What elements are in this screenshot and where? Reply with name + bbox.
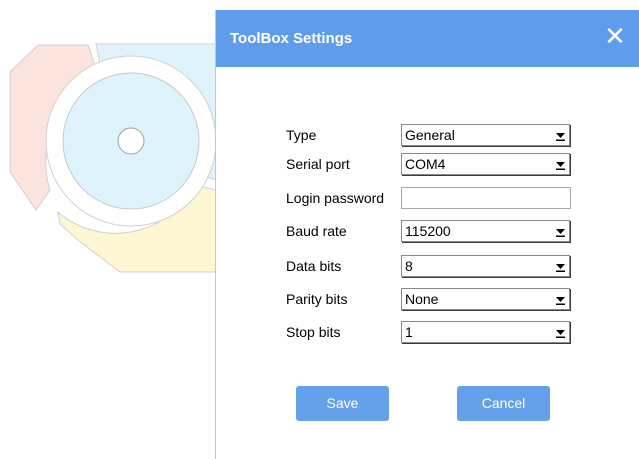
close-icon[interactable]: ✕ bbox=[604, 22, 626, 52]
dialog-title: ToolBox Settings bbox=[230, 30, 353, 47]
chevron-down-icon[interactable] bbox=[556, 261, 565, 272]
parity-bits-select[interactable]: None bbox=[401, 288, 570, 310]
type-label: Type bbox=[286, 127, 317, 143]
save-button[interactable]: Save bbox=[296, 386, 389, 421]
serial-port-label: Serial port bbox=[286, 156, 350, 172]
chevron-down-icon[interactable] bbox=[556, 226, 565, 237]
form-row-stop-bits: Stop bits 1 bbox=[286, 321, 586, 345]
chevron-down-icon[interactable] bbox=[556, 327, 565, 338]
stop-bits-label: Stop bits bbox=[286, 324, 341, 340]
type-select[interactable]: General bbox=[401, 124, 570, 146]
serial-port-select-value: COM4 bbox=[405, 156, 446, 172]
type-select-value: General bbox=[405, 127, 455, 143]
baud-rate-select-value: 115200 bbox=[405, 223, 451, 239]
data-bits-select-value: 8 bbox=[405, 258, 413, 274]
form-row-data-bits: Data bits 8 bbox=[286, 255, 586, 279]
stop-bits-select[interactable]: 1 bbox=[401, 321, 570, 343]
chevron-down-icon[interactable] bbox=[556, 159, 565, 170]
login-password-input[interactable] bbox=[401, 187, 571, 209]
baud-rate-label: Baud rate bbox=[286, 223, 347, 239]
parity-bits-select-value: None bbox=[405, 291, 439, 307]
chevron-down-icon[interactable] bbox=[556, 294, 565, 305]
close-button[interactable]: ✕ bbox=[604, 23, 626, 51]
parity-bits-label: Parity bits bbox=[286, 291, 348, 307]
dialog-titlebar: ToolBox Settings ✕ bbox=[216, 10, 639, 67]
baud-rate-select[interactable]: 115200 bbox=[401, 220, 570, 242]
toolbox-settings-dialog: ToolBox Settings ✕ Type General Serial p… bbox=[215, 10, 639, 459]
form-row-parity-bits: Parity bits None bbox=[286, 288, 586, 312]
form-row-login-password: Login password bbox=[286, 187, 586, 211]
background-logo-icon bbox=[9, 43, 217, 273]
form-row-serial-port: Serial port COM4 bbox=[286, 153, 586, 177]
form-row-type: Type General bbox=[286, 124, 586, 148]
data-bits-label: Data bits bbox=[286, 258, 342, 274]
cancel-button[interactable]: Cancel bbox=[457, 386, 550, 421]
chevron-down-icon[interactable] bbox=[556, 130, 565, 141]
login-password-label: Login password bbox=[286, 190, 385, 206]
stop-bits-select-value: 1 bbox=[405, 324, 413, 340]
logo-center-dot bbox=[117, 127, 145, 155]
data-bits-select[interactable]: 8 bbox=[401, 255, 570, 277]
form-row-baud-rate: Baud rate 115200 bbox=[286, 220, 586, 244]
serial-port-select[interactable]: COM4 bbox=[401, 153, 570, 175]
